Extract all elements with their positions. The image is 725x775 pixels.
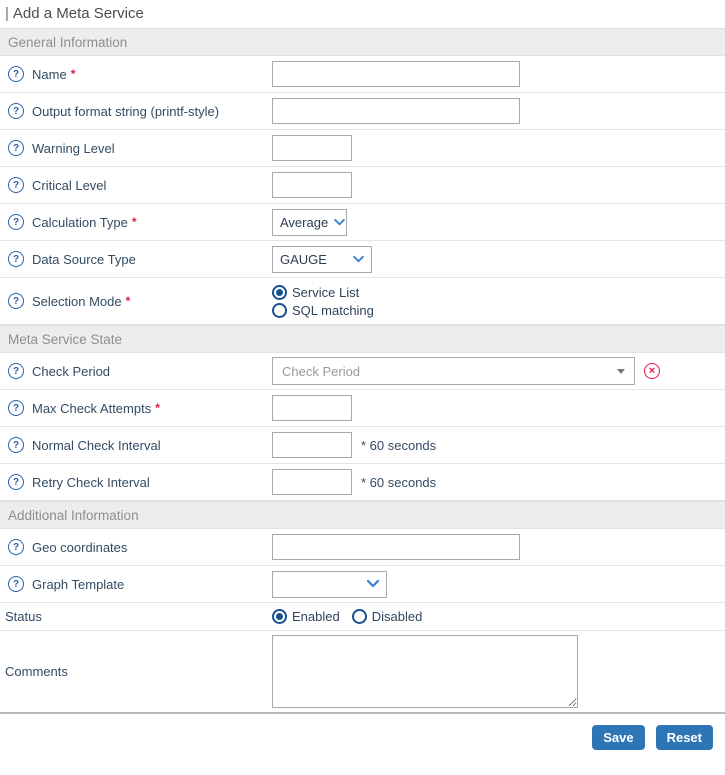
- data-source-type-value: GAUGE: [280, 252, 327, 267]
- normal-check-interval-suffix: * 60 seconds: [361, 438, 436, 453]
- radio-unselected-icon: [272, 303, 287, 318]
- warning-level-label: Warning Level: [32, 141, 115, 156]
- radio-unselected-icon: [352, 609, 367, 624]
- radio-disabled-label: Disabled: [372, 609, 423, 624]
- help-icon[interactable]: ?: [8, 363, 24, 379]
- retry-check-interval-input[interactable]: [272, 469, 352, 495]
- radio-service-list[interactable]: Service List: [272, 285, 374, 300]
- required-asterisk: *: [155, 401, 160, 415]
- row-normal-check-interval: ? Normal Check Interval * 60 seconds: [0, 427, 725, 464]
- selection-mode-radio-group: Service List SQL matching: [272, 281, 374, 322]
- row-name: ? Name *: [0, 56, 725, 93]
- help-icon[interactable]: ?: [8, 251, 24, 267]
- help-icon[interactable]: ?: [8, 576, 24, 592]
- help-icon[interactable]: ?: [8, 103, 24, 119]
- row-check-period: ? Check Period Check Period ×: [0, 353, 725, 390]
- row-warning-level: ? Warning Level: [0, 130, 725, 167]
- page-title-text: Add a Meta Service: [13, 5, 144, 22]
- title-bar-mark: |: [5, 5, 9, 22]
- help-icon[interactable]: ?: [8, 437, 24, 453]
- row-status: Status Enabled Disabled: [0, 603, 725, 631]
- chevron-down-icon: [353, 256, 364, 263]
- status-label: Status: [5, 609, 42, 624]
- name-label: Name: [32, 67, 67, 82]
- radio-disabled[interactable]: Disabled: [352, 609, 423, 624]
- page-title: |Add a Meta Service: [0, 0, 725, 28]
- radio-sql-matching[interactable]: SQL matching: [272, 303, 374, 318]
- critical-level-label: Critical Level: [32, 178, 106, 193]
- check-period-select[interactable]: Check Period: [272, 357, 635, 385]
- comments-textarea[interactable]: [272, 635, 578, 708]
- row-critical-level: ? Critical Level: [0, 167, 725, 204]
- form-footer: Save Reset: [0, 712, 725, 762]
- calculation-type-select[interactable]: Average: [272, 209, 347, 236]
- output-format-input[interactable]: [272, 98, 520, 124]
- calculation-type-label: Calculation Type: [32, 215, 128, 230]
- data-source-type-label: Data Source Type: [32, 252, 136, 267]
- graph-template-label: Graph Template: [32, 577, 124, 592]
- warning-level-input[interactable]: [272, 135, 352, 161]
- graph-template-select[interactable]: [272, 571, 387, 598]
- name-input[interactable]: [272, 61, 520, 87]
- section-general-information: General Information: [0, 28, 725, 56]
- status-radio-group: Enabled Disabled: [272, 609, 422, 624]
- chevron-down-icon: [334, 219, 345, 226]
- chevron-down-icon: [367, 580, 379, 588]
- row-graph-template: ? Graph Template: [0, 566, 725, 603]
- radio-enabled[interactable]: Enabled: [272, 609, 340, 624]
- geo-coordinates-label: Geo coordinates: [32, 540, 127, 555]
- required-asterisk: *: [71, 67, 76, 81]
- geo-coordinates-input[interactable]: [272, 534, 520, 560]
- section-meta-service-state: Meta Service State: [0, 325, 725, 353]
- row-retry-check-interval: ? Retry Check Interval * 60 seconds: [0, 464, 725, 501]
- help-icon[interactable]: ?: [8, 474, 24, 490]
- output-format-label: Output format string (printf-style): [32, 104, 219, 119]
- selection-mode-label: Selection Mode: [32, 294, 122, 309]
- critical-level-input[interactable]: [272, 172, 352, 198]
- dropdown-arrow-icon: [617, 369, 625, 374]
- calculation-type-value: Average: [280, 215, 328, 230]
- normal-check-interval-label: Normal Check Interval: [32, 438, 161, 453]
- radio-enabled-label: Enabled: [292, 609, 340, 624]
- check-period-label: Check Period: [32, 364, 110, 379]
- required-asterisk: *: [126, 294, 131, 308]
- required-asterisk: *: [132, 215, 137, 229]
- radio-sql-matching-label: SQL matching: [292, 303, 374, 318]
- help-icon[interactable]: ?: [8, 400, 24, 416]
- radio-selected-icon: [272, 285, 287, 300]
- help-icon[interactable]: ?: [8, 293, 24, 309]
- comments-label: Comments: [5, 664, 68, 679]
- row-output-format: ? Output format string (printf-style): [0, 93, 725, 130]
- retry-check-interval-suffix: * 60 seconds: [361, 475, 436, 490]
- radio-selected-icon: [272, 609, 287, 624]
- row-selection-mode: ? Selection Mode * Service List SQL matc…: [0, 278, 725, 325]
- section-additional-information: Additional Information: [0, 501, 725, 529]
- row-calculation-type: ? Calculation Type * Average: [0, 204, 725, 241]
- help-icon[interactable]: ?: [8, 214, 24, 230]
- retry-check-interval-label: Retry Check Interval: [32, 475, 150, 490]
- row-max-check-attempts: ? Max Check Attempts *: [0, 390, 725, 427]
- radio-service-list-label: Service List: [292, 285, 359, 300]
- check-period-placeholder: Check Period: [282, 364, 360, 379]
- add-meta-service-form: |Add a Meta Service General Information …: [0, 0, 725, 762]
- reset-button[interactable]: Reset: [656, 725, 713, 750]
- save-button[interactable]: Save: [592, 725, 644, 750]
- clear-selection-icon[interactable]: ×: [644, 363, 660, 379]
- row-geo-coordinates: ? Geo coordinates: [0, 529, 725, 566]
- help-icon[interactable]: ?: [8, 140, 24, 156]
- row-comments: Comments: [0, 631, 725, 712]
- max-check-attempts-label: Max Check Attempts: [32, 401, 151, 416]
- normal-check-interval-input[interactable]: [272, 432, 352, 458]
- help-icon[interactable]: ?: [8, 66, 24, 82]
- help-icon[interactable]: ?: [8, 539, 24, 555]
- help-icon[interactable]: ?: [8, 177, 24, 193]
- row-data-source-type: ? Data Source Type GAUGE: [0, 241, 725, 278]
- data-source-type-select[interactable]: GAUGE: [272, 246, 372, 273]
- max-check-attempts-input[interactable]: [272, 395, 352, 421]
